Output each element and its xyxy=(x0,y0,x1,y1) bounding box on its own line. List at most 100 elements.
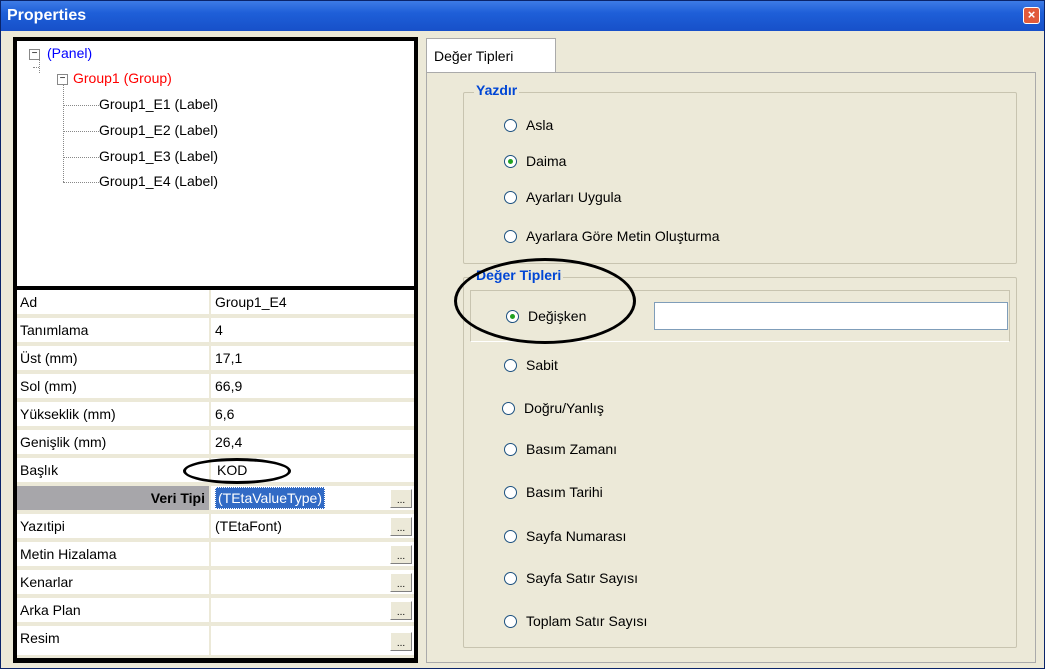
tree-connector xyxy=(63,182,99,183)
property-value[interactable]: ... xyxy=(213,570,414,594)
radio-label: Sayfa Numarası xyxy=(526,528,627,544)
property-row[interactable]: Arka Plan ... xyxy=(17,598,414,623)
radio-icon[interactable] xyxy=(504,486,517,499)
radio-icon[interactable] xyxy=(504,615,517,628)
property-value[interactable]: ... xyxy=(213,598,414,622)
radio-label: Daima xyxy=(526,153,567,169)
radio-icon[interactable] xyxy=(502,402,515,415)
property-name: Ad xyxy=(17,290,211,314)
tree-item-group1-e1[interactable]: Group1_E1 (Label) xyxy=(99,96,218,112)
radio-label: Sayfa Satır Sayısı xyxy=(526,570,639,586)
radio-sayfa-numarasi[interactable]: Sayfa Numarası xyxy=(504,528,626,544)
property-row-selected[interactable]: Veri Tipi (TEtaValueType) ... xyxy=(17,486,414,511)
close-icon[interactable]: × xyxy=(1023,7,1040,24)
radio-daima[interactable]: Daima xyxy=(504,153,566,169)
tree-item-group1-e2[interactable]: Group1_E2 (Label) xyxy=(99,122,218,138)
property-value[interactable]: 17,1 xyxy=(213,346,414,370)
radio-dogru-yanlis[interactable]: Doğru/Yanlış xyxy=(502,400,604,416)
property-grid: Ad Group1_E4 Tanımlama 4 Üst (mm) 17,1 S… xyxy=(17,290,414,658)
property-row[interactable]: Üst (mm) 17,1 xyxy=(17,346,414,371)
tree-item-panel[interactable]: (Panel) xyxy=(47,45,92,61)
ellipsis-button[interactable]: ... xyxy=(390,489,412,508)
yazdir-title: Yazdır xyxy=(474,82,520,98)
radio-icon[interactable] xyxy=(504,191,517,204)
radio-icon[interactable] xyxy=(504,443,517,456)
radio-label: Asla xyxy=(526,117,554,133)
property-row[interactable]: Sol (mm) 66,9 xyxy=(17,374,414,399)
property-row[interactable]: Genişlik (mm) 26,4 xyxy=(17,430,414,455)
tree-item-group1[interactable]: Group1 (Group) xyxy=(73,70,172,86)
tab-page: Yazdır Asla Daima Ayarları Uygula Ayarla… xyxy=(426,72,1036,663)
degisken-input[interactable] xyxy=(654,302,1008,330)
radio-ayarlara-gore[interactable]: Ayarlara Göre Metin Oluşturma xyxy=(504,228,719,244)
ellipsis-button[interactable]: ... xyxy=(390,517,412,536)
property-name: Başlık xyxy=(17,458,211,482)
radio-icon[interactable] xyxy=(504,572,517,585)
radio-icon[interactable] xyxy=(504,230,517,243)
property-value[interactable]: (TEtaValueType) ... xyxy=(213,486,414,510)
property-name: Genişlik (mm) xyxy=(17,430,211,454)
property-row[interactable]: Yükseklik (mm) 6,6 xyxy=(17,402,414,427)
property-row[interactable]: Metin Hizalama ... xyxy=(17,542,414,567)
radio-sayfa-satir-sayisi[interactable]: Sayfa Satır Sayısı xyxy=(504,570,638,586)
property-name: Üst (mm) xyxy=(17,346,211,370)
radio-label: Ayarları Uygula xyxy=(526,189,622,205)
radio-icon[interactable] xyxy=(504,119,517,132)
radio-label: Basım Zamanı xyxy=(526,441,618,457)
property-row[interactable]: Yazıtipi (TEtaFont) ... xyxy=(17,514,414,539)
radio-label: Doğru/Yanlış xyxy=(524,400,604,416)
radio-label: Ayarlara Göre Metin Oluşturma xyxy=(526,228,720,244)
tree-connector xyxy=(63,131,99,132)
radio-ayarlari-uygula[interactable]: Ayarları Uygula xyxy=(504,189,621,205)
ellipsis-button[interactable]: ... xyxy=(390,573,412,592)
annotation-oval xyxy=(183,458,291,484)
title-bar[interactable]: Properties × xyxy=(1,1,1044,31)
property-name: Yazıtipi xyxy=(17,514,211,538)
radio-label: Basım Tarihi xyxy=(526,484,603,500)
tree-item-group1-e3[interactable]: Group1_E3 (Label) xyxy=(99,148,218,164)
property-row[interactable]: Kenarlar ... xyxy=(17,570,414,595)
property-row[interactable]: Resim ... xyxy=(17,626,414,656)
property-name: Sol (mm) xyxy=(17,374,211,398)
property-value[interactable]: 4 xyxy=(213,318,414,342)
tab-deger-tipleri[interactable]: Değer Tipleri xyxy=(426,38,556,72)
radio-icon[interactable] xyxy=(504,530,517,543)
radio-sabit[interactable]: Sabit xyxy=(504,357,558,373)
radio-asla[interactable]: Asla xyxy=(504,117,553,133)
radio-basim-tarihi[interactable]: Basım Tarihi xyxy=(504,484,603,500)
ellipsis-button[interactable]: ... xyxy=(390,601,412,620)
property-name: Kenarlar xyxy=(17,570,211,594)
property-value-text: (TEtaValueType) xyxy=(215,487,326,509)
radio-icon[interactable] xyxy=(504,359,517,372)
property-name: Arka Plan xyxy=(17,598,211,622)
property-row[interactable]: Ad Group1_E4 xyxy=(17,290,414,315)
left-pane: − (Panel) − Group1 (Group) Group1_E1 (La… xyxy=(13,37,418,663)
property-value[interactable]: 6,6 xyxy=(213,402,414,426)
property-value[interactable]: 66,9 xyxy=(213,374,414,398)
yazdir-group: Yazdır Asla Daima Ayarları Uygula Ayarla… xyxy=(463,82,1017,264)
ellipsis-button[interactable]: ... xyxy=(390,632,412,651)
property-value[interactable]: ... xyxy=(213,542,414,566)
radio-basim-zamani[interactable]: Basım Zamanı xyxy=(504,441,617,457)
component-tree: − (Panel) − Group1 (Group) Group1_E1 (La… xyxy=(17,41,414,286)
collapse-icon[interactable]: − xyxy=(29,49,40,60)
property-value[interactable]: 26,4 xyxy=(213,430,414,454)
tree-connector xyxy=(63,157,99,158)
property-value-text: (TEtaFont) xyxy=(215,518,282,534)
property-name: Metin Hizalama xyxy=(17,542,211,566)
tree-item-group1-e4[interactable]: Group1_E4 (Label) xyxy=(99,173,218,189)
property-value[interactable]: ... xyxy=(213,626,414,655)
radio-label: Sabit xyxy=(526,357,558,373)
radio-toplam-satir-sayisi[interactable]: Toplam Satır Sayısı xyxy=(504,613,647,629)
radio-checked-icon[interactable] xyxy=(504,155,517,168)
property-name: Yükseklik (mm) xyxy=(17,402,211,426)
tree-connector xyxy=(63,105,99,106)
collapse-icon[interactable]: − xyxy=(57,74,68,85)
property-value[interactable]: Group1_E4 xyxy=(213,290,414,314)
property-name: Tanımlama xyxy=(17,318,211,342)
property-value[interactable]: (TEtaFont) ... xyxy=(213,514,414,538)
radio-label: Toplam Satır Sayısı xyxy=(526,613,648,629)
property-row[interactable]: Tanımlama 4 xyxy=(17,318,414,343)
window-title: Properties xyxy=(7,7,87,24)
ellipsis-button[interactable]: ... xyxy=(390,545,412,564)
